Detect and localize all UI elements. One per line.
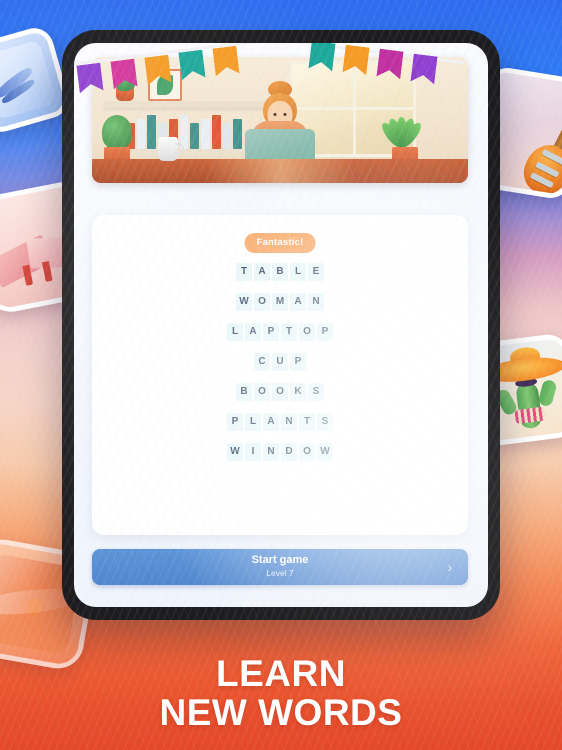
letter-tile: I xyxy=(245,443,261,461)
letter-tile: U xyxy=(272,353,288,371)
letter-tile: N xyxy=(281,413,297,431)
chevron-right-icon: › xyxy=(447,559,452,575)
letter-tile: P xyxy=(227,413,243,431)
word-list-card: Fantastic! TABLEWOMANLAPTOPCUPBOOKSPLANT… xyxy=(92,215,468,535)
letter-tile: P xyxy=(317,323,333,341)
headline-line-2: NEW WORDS xyxy=(159,691,403,733)
letter-tile: S xyxy=(308,383,324,401)
letter-tile: A xyxy=(245,323,261,341)
shelf-book xyxy=(211,115,221,149)
word-row: BOOKS xyxy=(92,383,468,401)
hero-illustration xyxy=(92,57,468,183)
word-row: CUP xyxy=(92,353,468,371)
letter-tile: T xyxy=(281,323,297,341)
letter-tile: A xyxy=(290,293,306,311)
letter-tile: W xyxy=(236,293,252,311)
letter-tile: L xyxy=(227,323,243,341)
shelf-book xyxy=(201,119,210,149)
word-row: TABLE xyxy=(92,263,468,281)
shelf-book xyxy=(190,123,200,149)
shelf-book xyxy=(222,123,232,149)
letter-tile: T xyxy=(299,413,315,431)
letter-tile: P xyxy=(263,323,279,341)
letter-tile: P xyxy=(290,353,306,371)
letter-tile: K xyxy=(290,383,306,401)
shelf-book xyxy=(136,119,146,149)
letter-tile: O xyxy=(299,323,315,341)
headline-line-1: LEARN xyxy=(216,652,346,694)
promo-headline: LEARN NEW WORDS xyxy=(0,652,562,733)
word-row: PLANTS xyxy=(92,413,468,431)
letter-tile: A xyxy=(254,263,270,281)
letter-tile: W xyxy=(227,443,243,461)
letter-tile: W xyxy=(317,443,333,461)
start-game-level: Level 7 xyxy=(266,568,294,578)
start-game-label: Start game xyxy=(251,554,309,566)
guitar-icon xyxy=(516,89,562,196)
letter-tile: T xyxy=(236,263,252,281)
letter-tile: A xyxy=(263,413,279,431)
tablet-device: Fantastic! TABLEWOMANLAPTOPCUPBOOKSPLANT… xyxy=(62,30,500,620)
word-row: WOMAN xyxy=(92,293,468,311)
status-badge: Fantastic! xyxy=(244,233,316,253)
letter-tile: B xyxy=(236,383,252,401)
letter-tile: O xyxy=(272,383,288,401)
letter-tile: C xyxy=(254,353,270,371)
tablet-screen: Fantastic! TABLEWOMANLAPTOPCUPBOOKSPLANT… xyxy=(74,43,488,607)
letter-tile: M xyxy=(272,293,288,311)
letter-tile: O xyxy=(254,383,270,401)
letter-tile: B xyxy=(272,263,288,281)
letter-tile: O xyxy=(299,443,315,461)
word-row: WINDOW xyxy=(92,443,468,461)
promo-screenshot: Fantastic! TABLEWOMANLAPTOPCUPBOOKSPLANT… xyxy=(0,0,562,750)
start-game-button[interactable]: Start game Level 7 › xyxy=(92,549,468,585)
letter-tile: D xyxy=(281,443,297,461)
letter-tile: N xyxy=(263,443,279,461)
word-row: LAPTOP xyxy=(92,323,468,341)
letter-tile: O xyxy=(254,293,270,311)
letter-tile: S xyxy=(317,413,333,431)
shelf-book xyxy=(147,115,157,149)
letter-tile: N xyxy=(308,293,324,311)
word-list: TABLEWOMANLAPTOPCUPBOOKSPLANTSWINDOW xyxy=(92,263,468,473)
letter-tile: L xyxy=(245,413,261,431)
letter-tile: E xyxy=(308,263,324,281)
letter-tile: L xyxy=(290,263,306,281)
